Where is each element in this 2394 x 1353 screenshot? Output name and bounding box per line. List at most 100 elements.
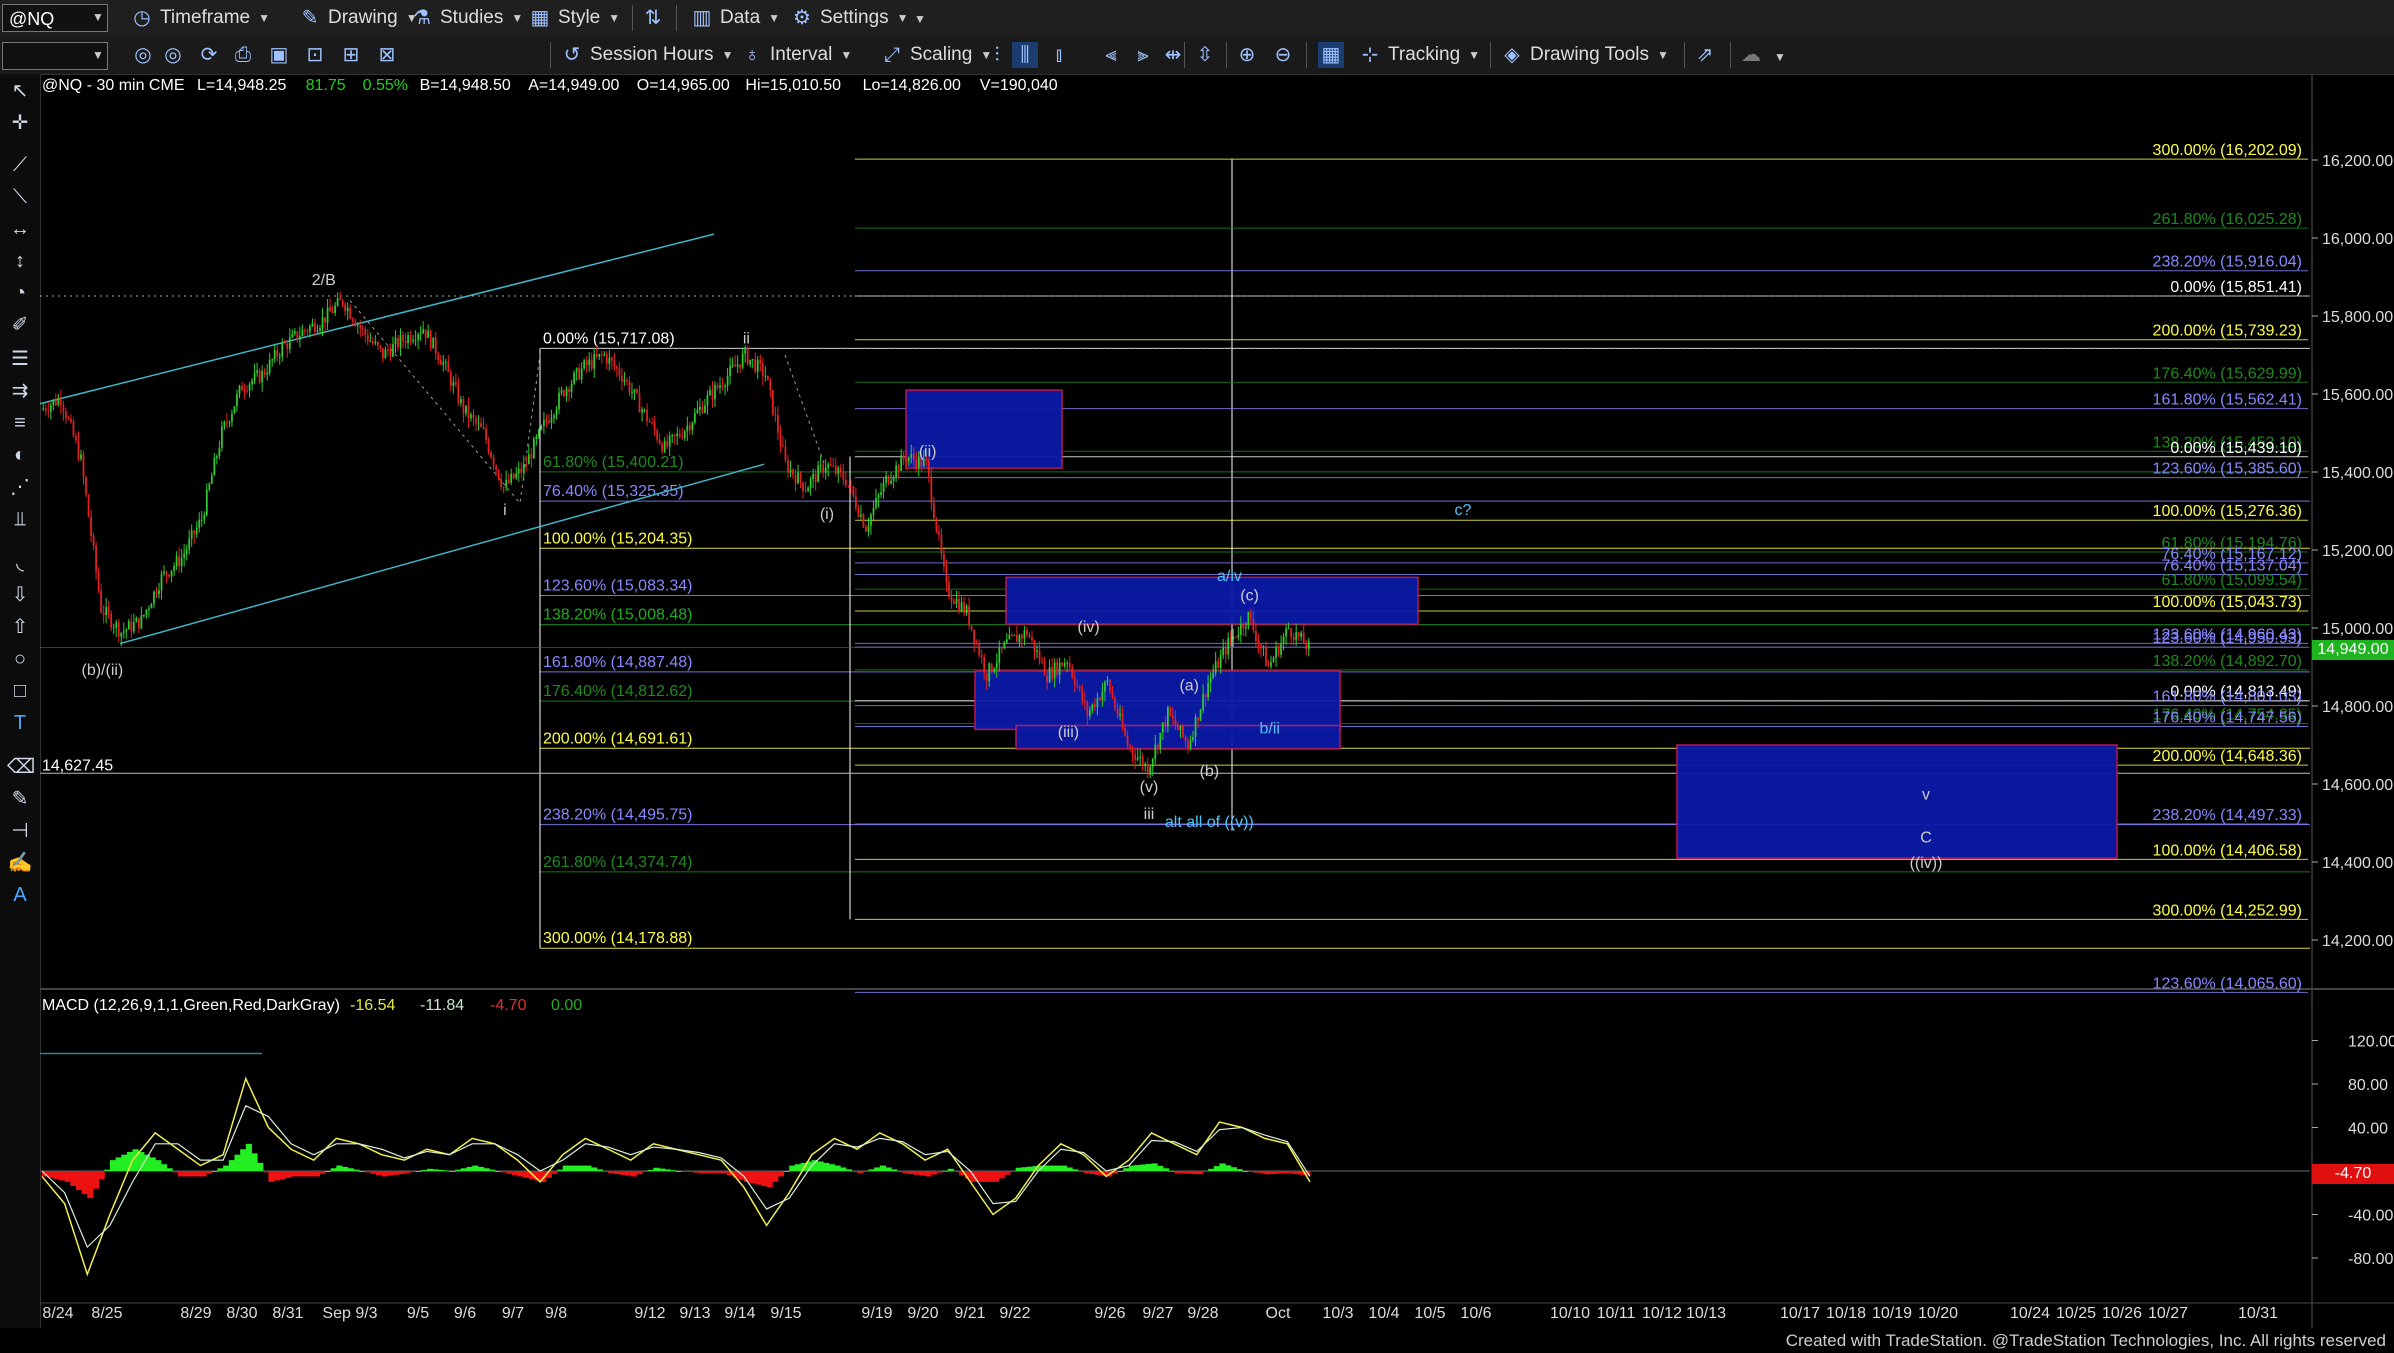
candle-body — [502, 487, 505, 489]
candle-body — [173, 566, 175, 571]
price-tick-label: 15,600.00 — [2322, 387, 2393, 404]
candle-body — [221, 426, 223, 448]
candle-body — [324, 317, 326, 323]
price-tick-label: 16,000.00 — [2322, 231, 2393, 248]
macd-histogram-bar — [257, 1162, 264, 1171]
candle-body — [475, 418, 477, 424]
macd-histogram-bar — [653, 1167, 660, 1171]
date-tick-label: 10/12 — [1642, 1305, 1682, 1322]
candle-body — [261, 371, 264, 383]
date-tick-label: 10/11 — [1597, 1305, 1636, 1322]
macd-histogram-bar — [1015, 1167, 1022, 1171]
macd-histogram-bar — [217, 1168, 224, 1171]
candle-body — [834, 465, 837, 474]
candle-body — [623, 379, 626, 382]
macd-histogram-bar — [483, 1168, 490, 1171]
date-tick-label: 9/15 — [770, 1305, 801, 1322]
candle-body — [75, 436, 77, 441]
price-chart[interactable]: @NQ - 30 min CME L=14,948.25 81.75 0.55% B=1… — [0, 0, 2394, 1328]
candle-body — [1068, 662, 1071, 668]
candle-body — [704, 405, 706, 413]
macd-histogram-bar — [370, 1171, 377, 1174]
candle-body — [492, 457, 495, 466]
fib-level-label: 0.00% (15,439.10) — [2170, 440, 2302, 457]
candle-body — [950, 596, 953, 601]
price-tick-label: 15,000.00 — [2322, 621, 2393, 638]
candle-body — [618, 368, 621, 376]
date-tick-label: Oct — [1266, 1305, 1291, 1322]
price-tick-label: 14,800.00 — [2322, 699, 2393, 716]
candle-body — [1076, 685, 1079, 687]
candle-body — [122, 631, 125, 633]
macd-histogram-bar — [1004, 1171, 1011, 1175]
macd-histogram-bar — [104, 1169, 111, 1171]
candle-body — [507, 479, 510, 483]
candle-body — [1182, 725, 1184, 737]
candle-body — [555, 409, 558, 416]
candle-body — [824, 467, 827, 473]
macd-histogram-bar — [279, 1171, 286, 1180]
candle-body — [256, 370, 258, 373]
candle-body — [309, 326, 311, 332]
candle-body — [95, 545, 97, 572]
candle-body — [1043, 661, 1046, 676]
macd-histogram-bar — [993, 1171, 1000, 1182]
candle-body — [960, 602, 963, 612]
candle-body — [298, 335, 301, 340]
candle-body — [887, 475, 890, 484]
candle-body — [890, 480, 892, 484]
macd-histogram-bar — [885, 1167, 892, 1171]
candle-body — [530, 454, 533, 459]
macd-histogram-bar — [223, 1165, 230, 1171]
candle-body — [434, 337, 437, 354]
candle-body — [1272, 657, 1275, 663]
candle-body — [774, 414, 777, 416]
candle-body — [447, 361, 450, 372]
candle-body — [470, 414, 472, 419]
candle-body — [1106, 680, 1109, 683]
candle-body — [200, 519, 203, 521]
macd-histogram-bar — [1202, 1171, 1209, 1172]
candle-body — [301, 329, 304, 336]
candle-body — [626, 379, 628, 381]
date-tick-label: 9/13 — [679, 1305, 710, 1322]
candle-body — [117, 622, 120, 637]
macd-histogram-bar — [698, 1171, 705, 1174]
candle-body — [1010, 634, 1013, 636]
candle-body — [1267, 665, 1270, 667]
credit-text: Created with TradeStation. @TradeStation… — [1785, 1331, 2386, 1350]
candle-body — [112, 627, 115, 629]
candle-body — [371, 340, 374, 344]
wave-label: 2/B — [312, 272, 336, 289]
macd-histogram-bar — [1179, 1171, 1186, 1174]
candle-body — [296, 331, 299, 340]
macd-histogram-bar — [1191, 1171, 1198, 1174]
wave-label: C — [1920, 830, 1932, 847]
macd-histogram-bar — [443, 1170, 451, 1172]
fib-level-label: 138.20% (14,892.70) — [2153, 653, 2302, 670]
macd-histogram-bar — [500, 1171, 507, 1173]
macd-histogram-bar — [896, 1171, 903, 1172]
candle-body — [258, 370, 261, 383]
macd-histogram-bar — [375, 1171, 383, 1176]
macd-histogram-bar — [794, 1164, 802, 1171]
target-zone-box — [1676, 744, 2118, 859]
macd-histogram-bar — [1253, 1171, 1260, 1173]
candle-body — [641, 409, 643, 413]
candle-body — [598, 353, 601, 357]
candle-body — [666, 441, 669, 447]
macd-histogram-bar — [1083, 1171, 1090, 1174]
macd-histogram-bar — [579, 1165, 586, 1171]
chart-header-field: 81.75 — [306, 77, 346, 94]
macd-histogram-bar — [211, 1171, 218, 1172]
macd-histogram-bar — [166, 1168, 173, 1171]
candle-body — [336, 298, 339, 306]
last-price-marker: 14,949.00 — [2312, 640, 2394, 660]
candle-body — [291, 333, 294, 338]
candle-body — [724, 385, 726, 387]
candle-body — [271, 359, 274, 361]
candle-body — [145, 609, 148, 615]
candle-body — [988, 663, 991, 682]
macd-histogram-bar — [460, 1168, 468, 1171]
candle-body — [356, 325, 359, 327]
